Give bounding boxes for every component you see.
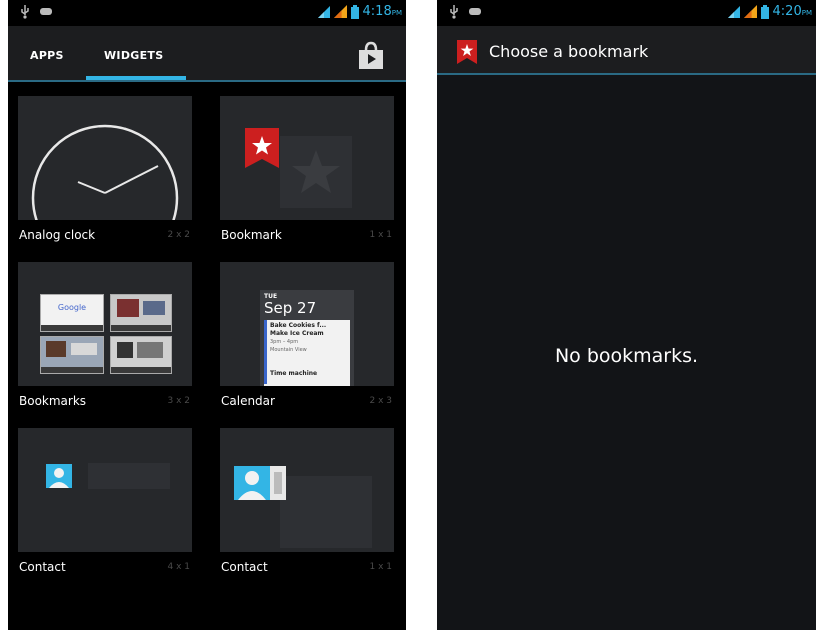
- widget-preview: [220, 428, 394, 552]
- widget-preview: [18, 96, 192, 220]
- bookmark-thumbnail: [110, 294, 172, 332]
- widget-size: 1 x 1: [369, 562, 393, 572]
- calendar-event: 3pm – 4pm: [270, 339, 299, 345]
- calendar-event: Make Ice Cream: [270, 330, 324, 337]
- widget-preview: [18, 428, 192, 552]
- status-bar: 4:20PM: [437, 0, 816, 26]
- tab-apps[interactable]: APPS: [30, 49, 64, 62]
- widgets-screen: 4:18PM APPS WIDGETS Analog clock 2 x 2 B…: [8, 0, 406, 630]
- contact-icon: [234, 466, 286, 500]
- widget-label: Bookmark: [221, 228, 282, 242]
- widget-size: 2 x 3: [369, 396, 393, 406]
- contact-icon: [46, 464, 72, 488]
- analog-clock-icon: [31, 124, 179, 220]
- tab-divider: [8, 80, 406, 82]
- tab-widgets[interactable]: WIDGETS: [104, 49, 163, 62]
- widget-label: Bookmarks: [19, 394, 87, 408]
- widget-label: Contact: [221, 560, 268, 574]
- widget-preview: [220, 96, 394, 220]
- calendar-preview: TUE Sep 27 Bake Cookies f... Make Ice Cr…: [260, 290, 354, 386]
- preview-background: [280, 136, 352, 208]
- signal-icon: [333, 5, 347, 18]
- widget-preview: TUE Sep 27 Bake Cookies f... Make Ice Cr…: [220, 262, 394, 386]
- calendar-date: Sep 27: [264, 299, 317, 317]
- widget-label: Analog clock: [19, 228, 96, 242]
- widget-contact[interactable]: Contact 4 x 1: [18, 428, 192, 574]
- shopping-bag-icon[interactable]: [356, 40, 386, 70]
- calendar-event: Mountain View: [270, 347, 307, 353]
- status-bar: 4:18PM: [8, 0, 406, 26]
- status-time: 4:20PM: [772, 4, 812, 19]
- notification-icon: [469, 8, 481, 15]
- usb-icon: [450, 5, 458, 19]
- bookmark-icon[interactable]: [457, 40, 477, 64]
- battery-icon: [350, 4, 359, 19]
- calendar-events: Bake Cookies f... Make Ice Cream 3pm – 4…: [264, 320, 350, 386]
- widget-bookmark[interactable]: Bookmark 1 x 1: [220, 96, 394, 242]
- bookmark-icon: [245, 128, 279, 168]
- tab-bar: APPS WIDGETS: [8, 26, 406, 82]
- widget-size: 3 x 2: [167, 396, 191, 406]
- calendar-event: Bake Cookies f...: [270, 322, 327, 329]
- star-icon: [292, 150, 340, 193]
- widget-size: 1 x 1: [369, 230, 393, 240]
- page-title: Choose a bookmark: [489, 42, 649, 61]
- bookmark-thumbnail: [40, 336, 104, 374]
- status-time: 4:18PM: [362, 4, 402, 19]
- signal-icon: [743, 5, 757, 18]
- thumbnail-label: Google: [57, 303, 87, 312]
- action-bar-divider: [437, 73, 816, 75]
- widget-size: 2 x 2: [167, 230, 191, 240]
- widget-contact[interactable]: Contact 1 x 1: [220, 428, 394, 574]
- widget-label: Calendar: [221, 394, 275, 408]
- choose-bookmark-screen: 4:20PM Choose a bookmark No bookmarks.: [437, 0, 816, 630]
- widget-bookmarks[interactable]: Google Bookmarks 3 x 2: [18, 262, 192, 408]
- widget-analog-clock[interactable]: Analog clock 2 x 2: [18, 96, 192, 242]
- widget-label: Contact: [19, 560, 66, 574]
- usb-icon: [21, 5, 29, 19]
- action-bar: Choose a bookmark: [437, 26, 816, 73]
- signal-icon: [727, 5, 740, 18]
- widget-size: 4 x 1: [167, 562, 191, 572]
- bookmark-thumbnail: Google: [40, 294, 104, 332]
- bookmark-thumbnail: [110, 336, 172, 374]
- notification-icon: [40, 8, 52, 15]
- battery-icon: [760, 4, 769, 19]
- calendar-event: Time machine: [270, 370, 318, 377]
- widget-preview: Google: [18, 262, 192, 386]
- widget-calendar[interactable]: TUE Sep 27 Bake Cookies f... Make Ice Cr…: [220, 262, 394, 408]
- empty-state-message: No bookmarks.: [554, 345, 699, 367]
- signal-icon: [317, 5, 330, 18]
